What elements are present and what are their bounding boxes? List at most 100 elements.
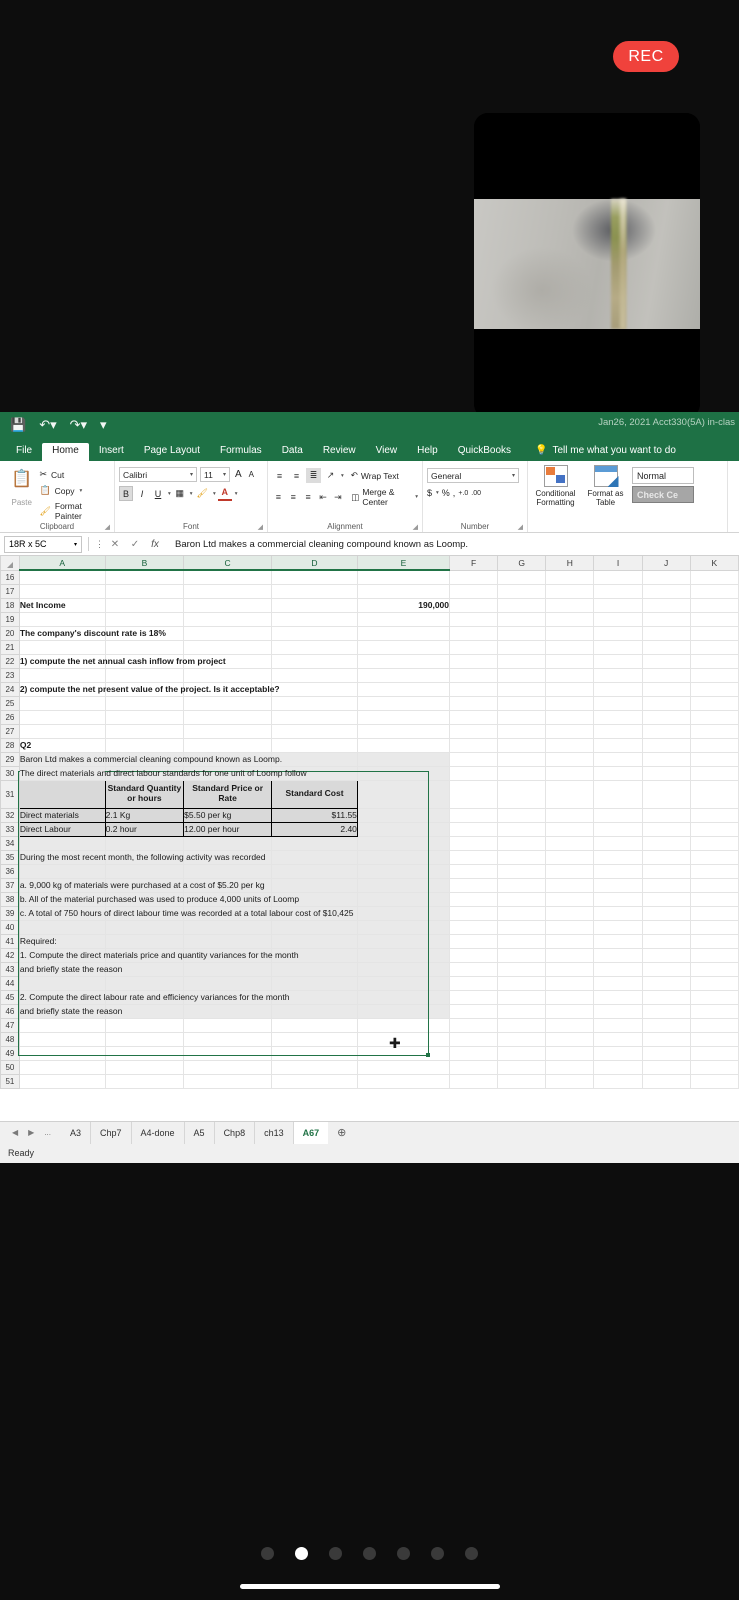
number-format-combo[interactable]: General ▾ (427, 468, 519, 483)
cell-A51[interactable] (19, 1074, 106, 1089)
row-header-28[interactable]: 28 (0, 737, 20, 753)
cell-D50[interactable] (271, 1060, 358, 1075)
cell-K26[interactable] (690, 710, 739, 725)
cell-J41[interactable] (642, 934, 691, 949)
align-bottom-icon[interactable]: ≣ (306, 468, 321, 483)
cell-C27[interactable] (183, 724, 273, 739)
cell-C51[interactable] (183, 1074, 273, 1089)
cell-G51[interactable] (497, 1074, 547, 1089)
cell-C25[interactable] (183, 696, 273, 711)
cell-H32[interactable] (545, 808, 595, 823)
cell-B26[interactable] (105, 710, 185, 725)
cell-F33[interactable] (449, 822, 499, 837)
cell-E23[interactable] (357, 668, 451, 683)
row-header-26[interactable]: 26 (0, 709, 20, 725)
cell-E44[interactable] (357, 976, 451, 991)
cell-A23[interactable] (19, 668, 106, 683)
cell-F46[interactable] (449, 1004, 499, 1019)
cell-F48[interactable] (449, 1032, 499, 1047)
cell-D24[interactable] (271, 682, 358, 697)
bold-button[interactable]: B (119, 486, 133, 501)
cell-J50[interactable] (642, 1060, 691, 1075)
page-dot-7[interactable] (465, 1547, 478, 1560)
cell-J45[interactable] (642, 990, 691, 1005)
cell-A26[interactable] (19, 710, 106, 725)
cell-H17[interactable] (545, 584, 595, 599)
cell-J21[interactable] (642, 640, 691, 655)
cell-I40[interactable] (593, 920, 643, 935)
cell-C40[interactable] (183, 920, 273, 935)
cell-F21[interactable] (449, 640, 499, 655)
cell-C50[interactable] (183, 1060, 273, 1075)
cell-A48[interactable] (19, 1032, 106, 1047)
cell-K50[interactable] (690, 1060, 739, 1075)
cell-D46[interactable] (271, 1004, 358, 1019)
cell-H39[interactable] (545, 906, 595, 921)
cell-style-normal[interactable]: Normal (632, 467, 694, 484)
cell-G31[interactable] (497, 780, 547, 809)
cell-D26[interactable] (271, 710, 358, 725)
cell-E38[interactable] (357, 892, 451, 907)
cell-H35[interactable] (545, 850, 595, 865)
cell-style-check-cell[interactable]: Check Ce (632, 486, 694, 503)
cell-C32[interactable]: $5.50 per kg (183, 807, 273, 823)
cell-J42[interactable] (642, 948, 691, 963)
row-header-37[interactable]: 37 (0, 877, 20, 893)
cell-J16[interactable] (642, 570, 691, 585)
sheet-tab-a4-done[interactable]: A4-done (132, 1121, 185, 1144)
page-dot-1[interactable] (261, 1547, 274, 1560)
cell-D35[interactable] (271, 850, 358, 865)
cell-E32[interactable] (357, 808, 451, 823)
row-header-39[interactable]: 39 (0, 905, 20, 921)
ribbon-tab-quickbooks[interactable]: QuickBooks (448, 443, 521, 461)
cell-B28[interactable] (105, 738, 185, 753)
font-name-combo[interactable]: Calibri ▾ (119, 467, 197, 482)
column-header-d[interactable]: D (271, 556, 358, 571)
cell-C43[interactable] (183, 962, 273, 977)
cell-K38[interactable] (690, 892, 739, 907)
cell-A39[interactable]: c. A total of 750 hours of direct labour… (19, 906, 353, 921)
cell-K18[interactable] (690, 598, 739, 613)
cell-J37[interactable] (642, 878, 691, 893)
cell-J20[interactable] (642, 626, 691, 641)
cell-D37[interactable] (271, 878, 358, 893)
cell-G17[interactable] (497, 584, 547, 599)
cell-H43[interactable] (545, 962, 595, 977)
cell-E41[interactable] (357, 934, 451, 949)
column-header-i[interactable]: I (593, 556, 643, 571)
cell-E30[interactable] (357, 766, 451, 781)
cell-C26[interactable] (183, 710, 273, 725)
cell-C20[interactable] (183, 626, 273, 641)
cell-D28[interactable] (271, 738, 358, 753)
percent-format-button[interactable]: % (442, 488, 450, 498)
cell-B21[interactable] (105, 640, 185, 655)
cell-C46[interactable] (183, 1004, 273, 1019)
cell-G27[interactable] (497, 724, 547, 739)
cell-K45[interactable] (690, 990, 739, 1005)
cell-F25[interactable] (449, 696, 499, 711)
chevron-down-icon[interactable]: ▾ (436, 490, 439, 496)
cell-C36[interactable] (183, 864, 273, 879)
cell-K17[interactable] (690, 584, 739, 599)
cell-B16[interactable] (105, 570, 185, 585)
cell-F50[interactable] (449, 1060, 499, 1075)
cell-F34[interactable] (449, 836, 499, 851)
enter-icon[interactable]: ✓ (125, 539, 145, 550)
cell-D18[interactable] (271, 598, 358, 613)
cell-I34[interactable] (593, 836, 643, 851)
cell-E31[interactable] (357, 780, 451, 809)
undo-icon[interactable]: ↶▾ (39, 417, 56, 433)
cell-J34[interactable] (642, 836, 691, 851)
cell-A31[interactable] (18, 779, 106, 809)
cell-E20[interactable] (357, 626, 451, 641)
cell-F36[interactable] (449, 864, 499, 879)
chevron-down-icon[interactable]: ▾ (190, 491, 193, 497)
cell-C16[interactable] (183, 570, 273, 585)
cell-I30[interactable] (593, 766, 643, 781)
cell-J26[interactable] (642, 710, 691, 725)
row-header-25[interactable]: 25 (0, 695, 20, 711)
cell-H20[interactable] (545, 626, 595, 641)
cell-D27[interactable] (271, 724, 358, 739)
cell-H37[interactable] (545, 878, 595, 893)
borders-icon[interactable]: ▦ (173, 486, 187, 501)
